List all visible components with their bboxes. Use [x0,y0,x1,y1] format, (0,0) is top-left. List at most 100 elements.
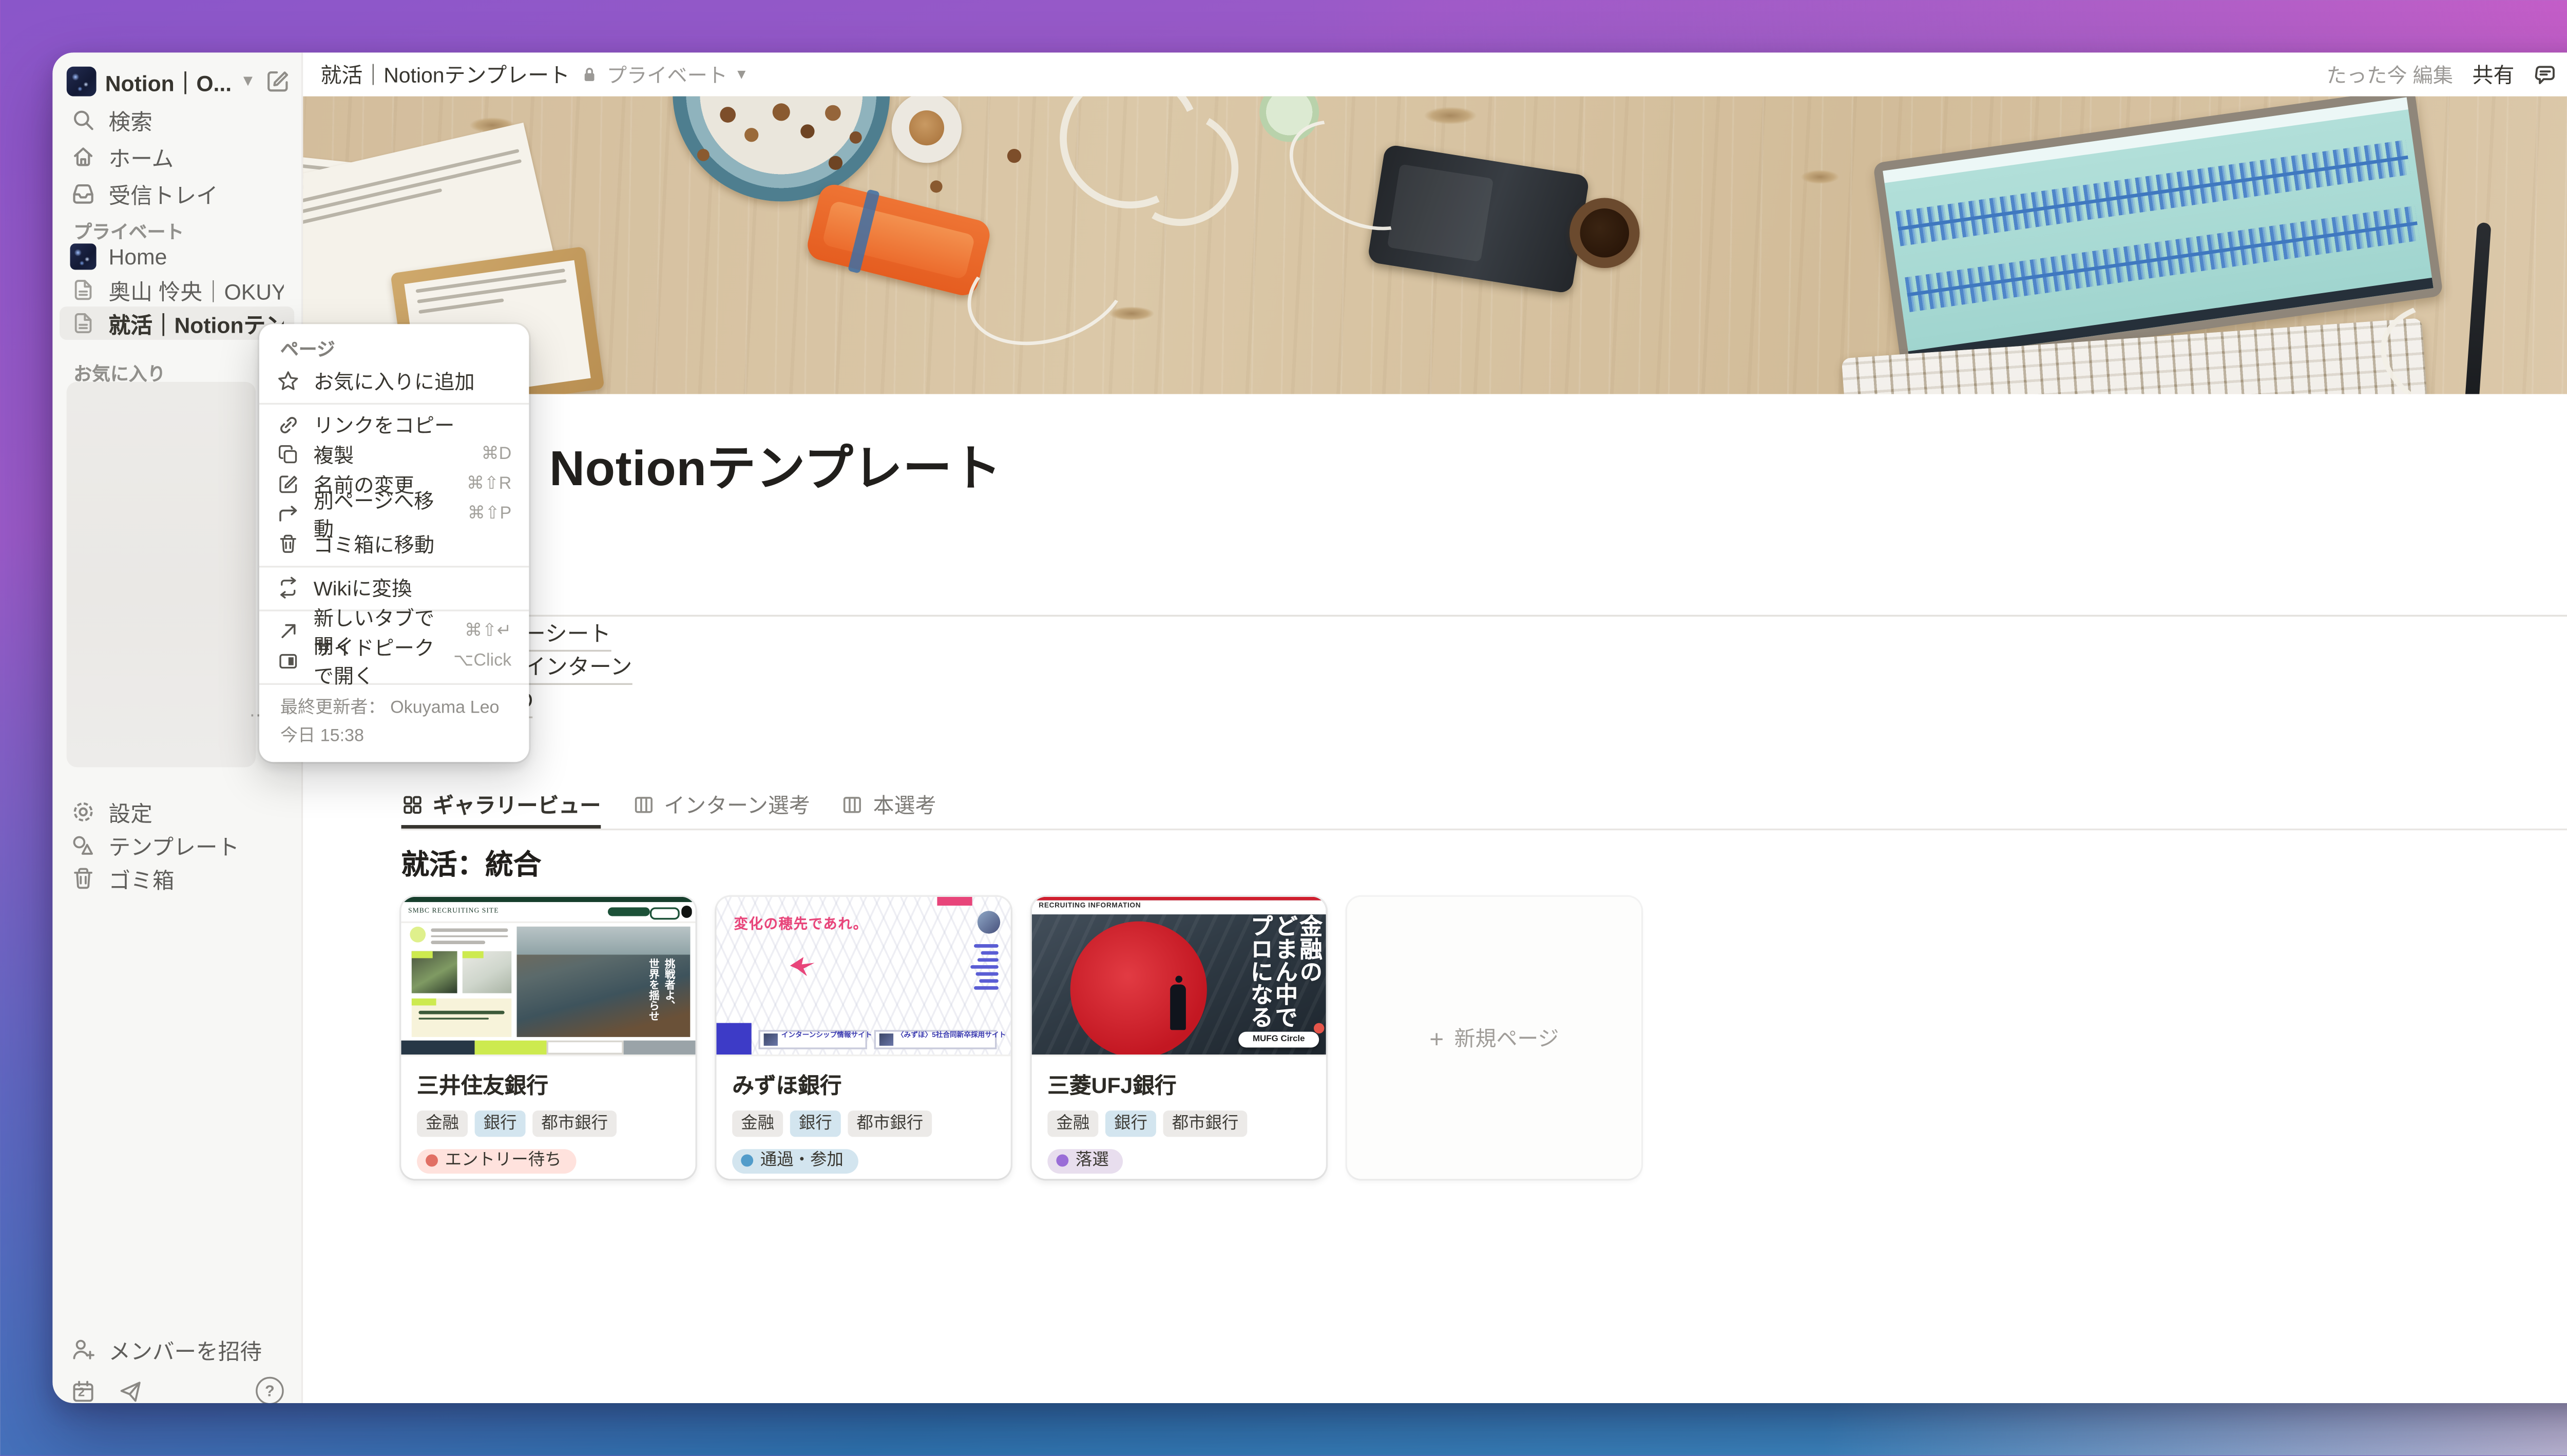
page-icon [70,310,96,336]
menu-item-move-to[interactable]: 別ページへ移動 ⌘⇧P [259,499,529,529]
menu-item-move-to-trash[interactable]: ゴミ箱に移動 [259,529,529,559]
edited-timestamp: たった今 編集 [2327,61,2453,89]
sidebar-item-inbox[interactable]: 受信トレイ [60,175,294,212]
sidebar-item-settings[interactable]: 設定 [60,795,294,829]
table-view-icon [841,794,864,817]
menu-item-label: リンクをコピー [314,411,455,439]
status-dot [741,1155,753,1167]
new-page-compose-button[interactable] [264,68,291,94]
menu-item-duplicate[interactable]: 複製 ⌘D [259,439,529,469]
send-feedback-icon[interactable] [118,1377,144,1403]
red-circle-graphic [1070,922,1207,1057]
menu-item-copy-link[interactable]: リンクをコピー [259,410,529,439]
sidebar-item-okuyama-page[interactable]: 奥山 怜央｜OKUYAMA Leo [60,273,294,306]
inbox-icon [70,180,96,206]
trash-icon [277,532,299,555]
sidebar-item-trash[interactable]: ゴミ箱 [60,862,294,895]
last-edited-time: 今日 15:38 [280,722,508,750]
privacy-label: プライベート [607,61,727,89]
card-title: みずほ銀行 [732,1067,995,1101]
sidebar-item-templates[interactable]: テンプレート [60,829,294,862]
how-to-use-link[interactable]: How to use [401,514,2567,539]
plus-icon: + [1429,1026,1444,1051]
menu-shortcut: ⌥Click [453,652,511,671]
calendar-icon[interactable]: 2 [70,1377,96,1403]
page-link-interview-gd[interactable]: 面接 GD [401,684,2567,717]
menu-item-add-to-favorites[interactable]: お気に入りに追加 [259,366,529,396]
tag: 都市銀行 [1163,1111,1248,1136]
side-peek-icon [277,650,299,673]
menu-item-open-in-side-peek[interactable]: サイドピークで開く ⌥Click [259,646,529,676]
database-title[interactable]: 就活：統合 [401,841,2567,884]
status-badge: エントリー待ち [417,1148,576,1174]
menu-item-convert-to-wiki[interactable]: Wikiに変換 [259,573,529,603]
share-button[interactable]: 共有 [2473,60,2515,89]
tab-label: 本選考 [873,791,936,820]
invite-members-button[interactable]: メンバーを招待 [60,1331,294,1368]
view-tabs: ギャラリービュー インターン選考 本選考 [401,791,2567,831]
cover-image[interactable] [303,97,2567,394]
sidebar-item-home-page[interactable]: Home [60,240,294,273]
workspace-name: Notion｜O... [105,65,232,98]
topbar: 就活｜Notionテンプレート プライベート ▼ たった今 編集 共有 ••• [303,52,2567,96]
sidebar-item-label: テンプレート [109,829,240,862]
menu-shortcut: ⌘⇧R [467,475,511,494]
tab-intern-selection[interactable]: インターン選考 [633,791,810,829]
privacy-button[interactable]: プライベート ▼ [581,61,749,89]
workspace-avatar [67,67,97,97]
sidebar-item-home[interactable]: ホーム [60,139,294,176]
sidebar-item-search[interactable]: 検索 [60,102,294,139]
menu-item-label: ゴミ箱に移動 [314,530,434,558]
tag: 銀行 [475,1111,526,1136]
status-dot [426,1155,438,1167]
sidebar-item-label: 検索 [109,103,152,137]
status-badge: 落選 [1047,1148,1123,1174]
home-icon [70,144,96,170]
new-page-card[interactable]: + 新規ページ [1347,897,1641,1179]
sidebar-item-label: 設定 [109,795,152,829]
card-thumbnail: SMBC RECRUITING SITE 挑戦者よ、 世界を揺らせ [401,897,695,1057]
tab-main-selection[interactable]: 本選考 [841,791,936,829]
card-mufg[interactable]: RECRUITING INFORMATION 金融の どまん中で プロになる M… [1032,897,1326,1179]
tab-label: ギャラリービュー [433,791,601,820]
gallery-cards: SMBC RECRUITING SITE 挑戦者よ、 世界を揺らせ [401,897,2567,1179]
chevron-down-icon: ▼ [240,73,256,89]
menu-divider [259,402,529,404]
comments-button[interactable] [2534,62,2558,87]
thumb-headline: 金融の どまん中で プロになる [1247,915,1321,1051]
sidebar-item-label: 就活｜Notionテンプレート [109,306,284,340]
star-icon [277,370,299,392]
menu-shortcut: ⌘D [481,445,511,465]
tag: 銀行 [790,1111,841,1136]
sidebar-item-label: ホーム [109,140,174,174]
tab-label: インターン選考 [664,791,810,820]
status-badge: 通過・参加 [732,1148,857,1174]
card-smbc[interactable]: SMBC RECRUITING SITE 挑戦者よ、 世界を揺らせ [401,897,695,1179]
card-mizuho[interactable]: 変化の穂先であれ。 インターンシップ情報サイト 〈みずほ〉5社合同新卒採用サイト [716,897,1010,1179]
table-view-icon [633,794,655,817]
tab-gallery-view[interactable]: ギャラリービュー [401,791,601,829]
page-link-entry-sheet[interactable]: エントリーシート [401,617,2567,650]
menu-item-label: 複製 [314,440,354,469]
thumb-headline: 変化の穂先であれ。 [734,915,868,934]
menu-footer: 最終更新者： Okuyama Leo 今日 15:38 [259,690,529,762]
menu-shortcut: ⌘⇧P [468,505,512,524]
workspace-switcher[interactable]: Notion｜O... ▼ [67,63,256,100]
page-title[interactable]: 就活｜Notionテンプレート [401,442,2567,496]
tag: 都市銀行 [848,1111,932,1136]
calendar-badge: 2 [78,1387,85,1399]
new-page-label: 新規ページ [1454,1024,1559,1053]
help-button[interactable]: ? [256,1377,284,1403]
status-label: エントリー待ち [445,1153,562,1169]
move-arrow-icon [277,503,299,525]
menu-section-label: ページ [259,331,529,366]
breadcrumb[interactable]: 就活｜Notionテンプレート [320,60,570,89]
menu-item-label: お気に入りに追加 [314,367,475,395]
page-link-seminar-intern[interactable]: 説明会・インターン [401,650,2567,684]
card-title: 三井住友銀行 [417,1067,680,1101]
comment-icon [2534,62,2558,87]
favorites-preview-placeholder [67,382,256,768]
convert-icon [277,577,299,599]
page-content: 就活｜Notionテンプレート How to use エントリーシート 説明会・… [303,394,2567,1403]
last-edited-by: 最終更新者： Okuyama Leo [280,696,508,723]
